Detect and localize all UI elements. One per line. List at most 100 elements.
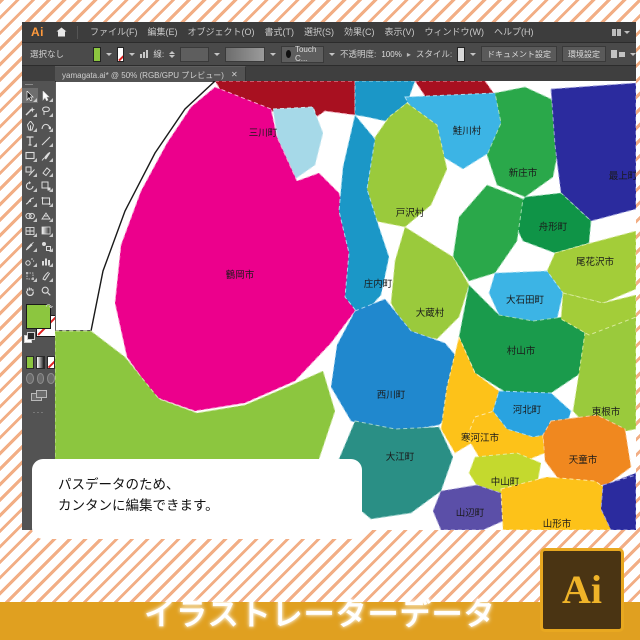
menu-item-object[interactable]: オブジェクト(O) <box>183 22 260 42</box>
chevron-down-icon[interactable] <box>269 52 276 56</box>
gradient-mode-button[interactable] <box>36 356 45 369</box>
hand-tool[interactable] <box>22 283 38 298</box>
line-segment-tool[interactable] <box>38 133 54 148</box>
direct-selection-tool[interactable] <box>38 88 54 103</box>
workspace-switcher[interactable] <box>612 28 636 36</box>
chevron-down-icon[interactable] <box>105 52 112 56</box>
screen-mode-icon <box>30 390 47 401</box>
zoom-tool[interactable] <box>38 283 54 298</box>
draw-behind-icon[interactable] <box>36 373 45 384</box>
default-fill-stroke-icon[interactable] <box>24 332 35 343</box>
mesh-tool[interactable] <box>22 223 38 238</box>
touch-type-dropdown[interactable]: Touch C... <box>280 45 324 63</box>
map-label-sagae: 寒河江市 <box>461 432 500 444</box>
rotate-tool[interactable] <box>22 178 38 193</box>
map-label-mogami: 最上町 <box>609 171 636 182</box>
blend-tool[interactable] <box>38 238 54 253</box>
swap-fill-stroke-icon[interactable]: ↷ <box>45 302 53 313</box>
panel-grip[interactable] <box>22 81 55 88</box>
chevron-down-icon[interactable] <box>630 52 636 56</box>
paintbrush-tool[interactable] <box>38 148 54 163</box>
scale-tool[interactable] <box>38 178 54 193</box>
artboard-tool[interactable] <box>22 268 38 283</box>
map-label-tendo: 天童市 <box>569 454 598 466</box>
arrange-icon[interactable] <box>611 50 626 58</box>
draw-normal-icon[interactable] <box>26 373 34 384</box>
draw-inside-icon[interactable] <box>47 373 56 384</box>
ai-badge-label: Ai <box>562 567 602 612</box>
type-tool[interactable] <box>22 133 38 148</box>
eyedropper-tool[interactable] <box>22 238 38 253</box>
curvature-tool[interactable] <box>38 118 54 133</box>
map-label-yamagata: 山形市 <box>543 518 572 530</box>
document-setup-button[interactable]: ドキュメント設定 <box>481 46 558 62</box>
control-bar: 選択なし 線: Touch C... 不透明度: 100% ▸ スタイル: ドキ… <box>22 43 636 66</box>
free-transform-tool[interactable] <box>38 193 54 208</box>
chevron-down-icon[interactable] <box>214 52 221 56</box>
eraser-tool[interactable] <box>38 163 54 178</box>
menu-bar: Ai ファイル(F) 編集(E) オブジェクト(O) 書式(T) 選択(S) 効… <box>22 22 636 43</box>
close-icon[interactable]: ✕ <box>231 71 238 79</box>
stroke-weight-field[interactable] <box>180 46 210 62</box>
fill-color-swatch[interactable] <box>92 46 101 62</box>
menu-item-help[interactable]: ヘルプ(H) <box>489 22 539 42</box>
stroke-weight-stepper[interactable] <box>169 50 176 58</box>
menu-item-file[interactable]: ファイル(F) <box>85 22 143 42</box>
map-label-nishikawa: 西川町 <box>377 390 406 401</box>
style-label: スタイル: <box>415 49 453 59</box>
stroke-color-swatch[interactable] <box>116 46 125 62</box>
selection-status: 選択なし <box>30 49 65 59</box>
width-tool[interactable] <box>22 193 38 208</box>
column-graph-tool[interactable] <box>38 253 54 268</box>
opacity-arrow-icon[interactable]: ▸ <box>407 50 411 59</box>
map-label-kahoku: 河北町 <box>513 404 542 416</box>
none-mode-button[interactable] <box>46 356 55 369</box>
magic-wand-tool[interactable] <box>22 103 38 118</box>
menu-item-edit[interactable]: 編集(E) <box>143 22 183 42</box>
document-tab-title: yamagata.ai* @ 50% (RGB/GPU プレビュー) <box>62 70 224 80</box>
map-label-yamanobe: 山辺町 <box>456 508 485 519</box>
stroke-weight-icon <box>140 50 149 58</box>
gradient-tool[interactable] <box>38 223 54 238</box>
chevron-down-icon[interactable] <box>328 52 335 56</box>
selection-tool[interactable] <box>22 88 38 103</box>
stroke-profile-field[interactable] <box>225 46 265 62</box>
tool-grid <box>22 88 55 298</box>
color-mode-button[interactable] <box>26 356 35 369</box>
graphic-style-swatch[interactable] <box>457 46 466 62</box>
map-label-shonai: 庄内町 <box>364 278 393 290</box>
map-label-sakegawa: 鮭川村 <box>453 125 482 137</box>
drawing-mode-row <box>22 369 56 384</box>
screen-mode-row[interactable] <box>22 384 55 401</box>
map-label-nakayama: 中山町 <box>491 476 520 488</box>
slice-tool[interactable] <box>38 268 54 283</box>
menu-item-view[interactable]: 表示(V) <box>380 22 420 42</box>
callout-box: パスデータのため、 カンタンに編集できます。 <box>32 459 362 539</box>
map-label-tsuruoka: 鶴岡市 <box>226 269 255 281</box>
pen-tool[interactable] <box>22 118 38 133</box>
lasso-tool[interactable] <box>38 103 54 118</box>
chevron-down-icon <box>624 30 630 34</box>
home-icon[interactable] <box>52 22 70 42</box>
shaper-tool[interactable] <box>22 163 38 178</box>
map-label-oishida: 大石田町 <box>506 294 545 306</box>
menu-item-effect[interactable]: 効果(C) <box>339 22 380 42</box>
menu-item-window[interactable]: ウィンドウ(W) <box>420 22 490 42</box>
shape-builder-tool[interactable] <box>22 208 38 223</box>
map-label-oe: 大江町 <box>386 451 415 463</box>
perspective-grid-tool[interactable] <box>38 208 54 223</box>
opacity-value[interactable]: 100% <box>381 50 401 59</box>
ai-logo: Ai <box>31 25 44 39</box>
preferences-button[interactable]: 環境設定 <box>562 46 607 62</box>
rectangle-tool[interactable] <box>22 148 38 163</box>
illustrator-window: Ai ファイル(F) 編集(E) オブジェクト(O) 書式(T) 選択(S) 効… <box>22 22 636 530</box>
menu-item-select[interactable]: 選択(S) <box>299 22 339 42</box>
opacity-label: 不透明度: <box>339 49 377 59</box>
more-tools-button[interactable]: ··· <box>22 401 55 417</box>
chevron-down-icon[interactable] <box>470 52 477 56</box>
chevron-down-icon[interactable] <box>129 52 136 56</box>
symbol-sprayer-tool[interactable] <box>22 253 38 268</box>
menu-item-type[interactable]: 書式(T) <box>260 22 300 42</box>
map-label-okura: 大蔵村 <box>416 307 445 319</box>
touch-type-label: Touch C... <box>294 45 317 63</box>
